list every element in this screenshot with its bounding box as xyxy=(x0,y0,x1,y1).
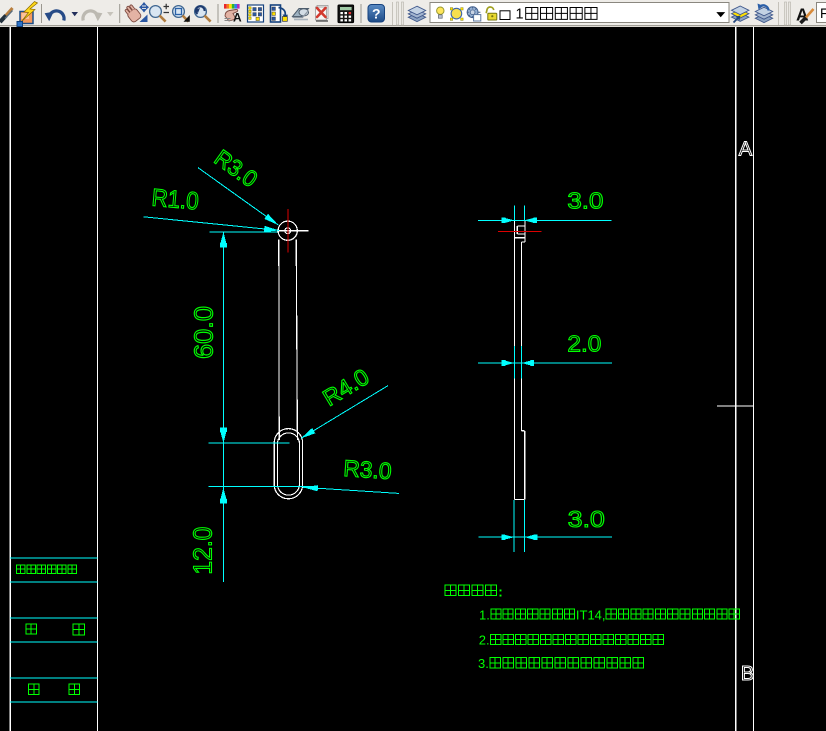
svg-text:2.0: 2.0 xyxy=(567,330,601,356)
svg-text:A: A xyxy=(739,139,753,161)
svg-text:1: 1 xyxy=(516,7,524,23)
svg-text:1.: 1. xyxy=(479,607,490,622)
svg-text:2.: 2. xyxy=(479,633,490,648)
svg-text:60.0: 60.0 xyxy=(190,306,218,359)
svg-text:3.0: 3.0 xyxy=(567,188,603,214)
svg-text:A: A xyxy=(233,11,242,25)
svg-text:IT14,: IT14, xyxy=(576,607,606,622)
svg-text:?: ? xyxy=(372,5,381,21)
svg-text:F: F xyxy=(820,6,826,21)
svg-text:3.: 3. xyxy=(478,656,489,671)
svg-text:R3.0: R3.0 xyxy=(343,455,393,484)
svg-text:R1.0: R1.0 xyxy=(151,185,200,216)
svg-text:12.0: 12.0 xyxy=(190,527,218,575)
svg-text:B: B xyxy=(741,663,754,685)
svg-text::: : xyxy=(498,585,503,600)
svg-text:3.0: 3.0 xyxy=(568,506,605,532)
